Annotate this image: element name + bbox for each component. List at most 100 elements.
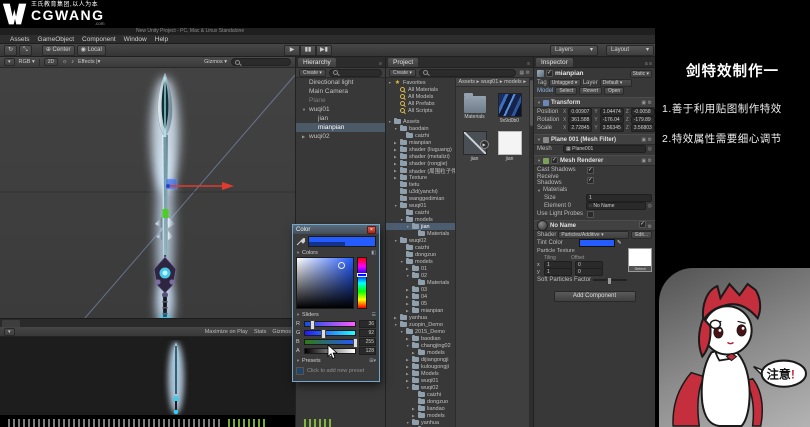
project-tree-item-jian[interactable]: ▼ jian — [386, 222, 455, 230]
project-search-input[interactable] — [418, 68, 517, 77]
particle-texture-preview[interactable]: Select — [628, 248, 652, 272]
menu-assets[interactable]: Assets — [10, 36, 30, 43]
asset-9x9d0b0[interactable]: 9x9d0b0 — [496, 93, 524, 124]
texture-select-button[interactable]: Select — [629, 266, 651, 271]
project-tree-item-dongzuo[interactable]: dongzuo — [386, 397, 455, 405]
scene-viewport[interactable] — [0, 68, 295, 318]
mesh-renderer-component-header[interactable]: ▼ Mesh Renderer▣ ⚙ — [534, 155, 655, 166]
transform-scale-z[interactable]: 3.56803 — [630, 124, 655, 132]
colors-foldout[interactable]: Colors — [302, 250, 318, 256]
tag-dropdown[interactable]: Untagged ▾ — [548, 79, 581, 87]
materials-size-field[interactable]: 1 — [586, 194, 652, 202]
lighting-toggle-icon[interactable]: ☼ — [62, 59, 67, 65]
project-tree-item-wuqi01[interactable]: ▶ wuqi01 — [386, 376, 455, 384]
mesh-filter-component-header[interactable]: ▼ Plane 001 (Mesh Filter) ▣ ⚙ — [534, 134, 655, 145]
tint-color-swatch[interactable] — [579, 239, 615, 247]
menu-window[interactable]: Window — [124, 36, 147, 43]
project-tree-item-wuqi02[interactable]: ▼ wuqi02 — [386, 236, 455, 244]
project-create-dropdown[interactable]: Create ▾ — [389, 68, 416, 77]
project-tree-item-02[interactable]: ▼ 02 — [386, 271, 455, 279]
project-tree-item-zuopin_Demo[interactable]: ▼ zuopin_Demo — [386, 320, 455, 328]
project-tree-item-shader (liuguang)[interactable]: ▶ shader (liuguang) — [386, 145, 455, 153]
project-tree-item-mianpian[interactable]: ▶ mianpian — [386, 306, 455, 314]
slider-mode-icon[interactable]: ☰ — [372, 312, 376, 318]
menu-gameobject[interactable]: GameObject — [38, 36, 75, 43]
hierarchy-item-wuqi02[interactable]: ▶ wuqi02 — [296, 132, 385, 141]
transform-scale-x[interactable]: 2.72845 — [568, 124, 593, 132]
stats-toggle[interactable]: Stats — [254, 329, 267, 335]
hierarchy-item-wuqi01[interactable]: ▼ wuqi01 — [296, 105, 385, 114]
pivot-local-button[interactable]: ◉ Local — [76, 44, 106, 56]
project-tree-item-yanhua[interactable]: ▼ yanhua — [386, 418, 455, 426]
project-tree-item-models[interactable]: ▼ models — [386, 257, 455, 265]
transform-position-y[interactable]: 1.04474 — [599, 108, 624, 116]
project-tree-item-baodain[interactable]: ▼ baodain — [386, 124, 455, 132]
layout-dropdown[interactable]: Layout ▾ — [606, 45, 654, 56]
project-tree-item-05[interactable]: ▶ 05 — [386, 299, 455, 307]
color-picker-titlebar[interactable]: Color × — [293, 225, 379, 234]
project-tree-item-changjing02[interactable]: ▼ changjing02 — [386, 341, 455, 349]
transform-rotation-x[interactable]: 361.588 — [568, 116, 593, 124]
aspect-dropdown[interactable]: ▾ — [4, 327, 15, 336]
gear-icon[interactable]: ▣ ⚙ — [641, 100, 652, 106]
hierarchy-search-input[interactable] — [328, 68, 382, 77]
model-open-button[interactable]: Open — [603, 87, 625, 95]
materials-foldout[interactable]: Materials — [543, 187, 567, 193]
project-tree-item-01[interactable]: ▶ 01 — [386, 264, 455, 272]
mesh-field[interactable]: ▦ Plane001 — [563, 145, 646, 153]
project-tree-item-caizhi[interactable]: caizhi — [386, 131, 455, 139]
layer-dropdown[interactable]: Default ▾ — [599, 79, 632, 87]
play-button[interactable]: ▶ — [284, 45, 300, 56]
tab-project[interactable]: Project — [388, 58, 419, 67]
project-tree-item-wuqi02[interactable]: ▼ wuqi02 — [386, 383, 455, 391]
gizmo-x-axis-arrow[interactable] — [222, 182, 234, 190]
transform-rotation-z[interactable]: -179.89 — [630, 116, 655, 124]
project-tree-item-wanggedimian[interactable]: wanggedimian — [386, 194, 455, 202]
transform-scale-y[interactable]: 3.56345 — [599, 124, 624, 132]
color-slider-R[interactable]: R 36 — [293, 319, 379, 330]
project-tree-item-shader (metalizi)[interactable]: ▶ shader (metalizi) — [386, 152, 455, 160]
receive-shadows-checkbox[interactable] — [587, 176, 594, 184]
project-tree-item-kulougongji[interactable]: ▶ kulougongji — [386, 362, 455, 370]
project-tree-item-caizhi[interactable]: caizhi — [386, 390, 455, 398]
tiling-y-field[interactable]: 1 — [544, 267, 572, 276]
color-slider-G[interactable]: G 92 — [293, 328, 379, 339]
tab-inspector[interactable]: Inspector — [536, 58, 573, 67]
shader-edit-button[interactable]: Edit... — [631, 231, 652, 239]
active-checkbox[interactable] — [546, 70, 553, 77]
maximize-on-play-toggle[interactable]: Maximize on Play — [205, 329, 248, 335]
transform-rotation-y[interactable]: -176.04 — [599, 116, 624, 124]
step-button[interactable]: ▶▮ — [316, 45, 332, 56]
element0-field[interactable]: ◌ No Name — [586, 202, 646, 210]
pivot-center-button[interactable]: ⊕ Center — [41, 44, 75, 56]
transform-component-header[interactable]: ▼ Transform ▣ ⚙ — [534, 97, 655, 108]
project-tree-item-yanhua[interactable]: ▶ yanhua — [386, 313, 455, 321]
gizmos-dropdown[interactable]: Gizmos ▾ — [204, 59, 227, 65]
project-tree-item-Models[interactable]: ▶ Models — [386, 369, 455, 377]
light-probes-checkbox[interactable] — [587, 210, 594, 218]
project-tree-item-Materials[interactable]: Materials — [386, 278, 455, 286]
presets-foldout[interactable]: Presets — [302, 358, 321, 364]
project-tree-item-Assets[interactable]: ▼ Assets — [386, 117, 455, 125]
cast-shadows-checkbox[interactable] — [587, 166, 594, 174]
asset-jian[interactable]: jian — [496, 131, 524, 162]
offset-y-field[interactable]: 0 — [575, 267, 603, 276]
model-select-button[interactable]: Select — [555, 87, 578, 95]
presets-grid-icon[interactable]: ⊞▾ — [369, 358, 376, 364]
project-tree-item-All Materials[interactable]: All Materials — [386, 86, 455, 93]
rgb-dropdown[interactable]: RGB ▾ — [19, 59, 35, 65]
project-tree-item-caizhi[interactable]: caizhi — [386, 243, 455, 251]
material-checkbox[interactable] — [639, 221, 647, 228]
mesh-renderer-enabled-checkbox[interactable] — [550, 157, 558, 164]
asset-jian[interactable]: ▶ jian — [461, 131, 489, 162]
sliders-foldout[interactable]: Sliders — [302, 312, 319, 318]
sword-model[interactable] — [151, 72, 179, 318]
hierarchy-item-jian[interactable]: jian — [296, 114, 385, 123]
breadcrumb[interactable]: Assets ▸ wuqi01 ▸ models ▸ — [455, 78, 530, 87]
game-gizmos-dropdown[interactable]: Gizmos — [272, 329, 291, 335]
shader-dropdown[interactable]: Particles/Additive ▾ — [558, 231, 630, 239]
project-tree-item-models[interactable]: ▶ models — [386, 348, 455, 356]
project-tree-item-All Prefabs[interactable]: All Prefabs — [386, 100, 455, 107]
object-picker-icon[interactable]: ◎ — [648, 146, 652, 152]
saturation-value-box[interactable] — [296, 257, 354, 309]
